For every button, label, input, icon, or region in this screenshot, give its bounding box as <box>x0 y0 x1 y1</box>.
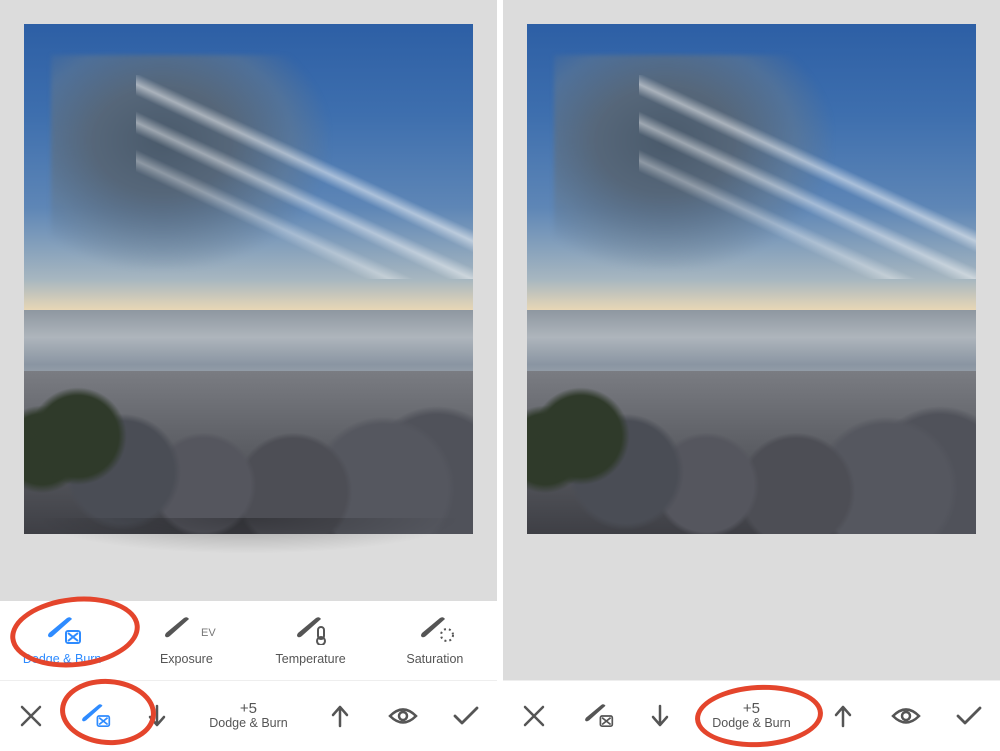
brush-icon <box>580 702 614 730</box>
tool-dodge-and-burn[interactable]: Dodge & Burn <box>12 616 112 666</box>
arrow-up-icon <box>329 703 351 729</box>
arrow-down-icon <box>649 703 671 729</box>
value-display: +5 Dodge & Burn <box>712 701 791 731</box>
eye-icon <box>388 705 418 727</box>
photo-shadow <box>34 518 463 554</box>
increase-button[interactable] <box>815 688 871 744</box>
arrow-up-icon <box>832 703 854 729</box>
brush-icon <box>77 702 111 730</box>
tool-exposure[interactable]: EV Exposure <box>136 616 236 666</box>
tool-label: Temperature <box>276 652 346 666</box>
tool-saturation[interactable]: Saturation <box>385 616 485 666</box>
close-icon <box>18 703 44 729</box>
bottom-action-bar: +5 Dodge & Burn <box>0 680 497 751</box>
value-label: Dodge & Burn <box>712 717 791 731</box>
arrow-down-icon <box>146 703 168 729</box>
brush-tool-strip: Dodge & Burn EV Exposure Temperature <box>0 601 497 681</box>
decrease-button[interactable] <box>632 688 688 744</box>
value-stepper: +5 Dodge & Burn <box>129 688 368 744</box>
increase-button[interactable] <box>312 688 368 744</box>
eye-icon <box>891 705 921 727</box>
tool-label: Dodge & Burn <box>23 652 102 666</box>
preview-button[interactable] <box>375 688 431 744</box>
apply-button[interactable] <box>941 688 997 744</box>
brush-mode-button[interactable] <box>569 688 625 744</box>
canvas-area <box>24 24 473 534</box>
tool-label: Exposure <box>160 652 213 666</box>
check-icon <box>955 705 983 727</box>
brush-icon <box>415 616 455 646</box>
brush-icon <box>291 616 331 646</box>
value-label: Dodge & Burn <box>209 717 288 731</box>
canvas-area <box>527 24 976 534</box>
tool-temperature[interactable]: Temperature <box>261 616 361 666</box>
screen-left: Dodge & Burn EV Exposure Temperature <box>0 0 497 751</box>
decrease-button[interactable] <box>129 688 185 744</box>
brush-mode-button[interactable] <box>66 688 122 744</box>
photo[interactable] <box>527 24 976 534</box>
screen-right: +5 Dodge & Burn <box>503 0 1000 751</box>
photo[interactable] <box>24 24 473 534</box>
close-icon <box>521 703 547 729</box>
bottom-action-bar: +5 Dodge & Burn <box>503 680 1000 751</box>
value-stepper: +5 Dodge & Burn <box>632 688 871 744</box>
check-icon <box>452 705 480 727</box>
cancel-button[interactable] <box>506 688 562 744</box>
value-number: +5 <box>743 701 760 718</box>
value-display: +5 Dodge & Burn <box>209 701 288 731</box>
value-number: +5 <box>240 701 257 718</box>
cancel-button[interactable] <box>3 688 59 744</box>
apply-button[interactable] <box>438 688 494 744</box>
preview-button[interactable] <box>878 688 934 744</box>
tool-label: Saturation <box>406 652 463 666</box>
brush-icon <box>42 616 82 646</box>
brush-icon: EV <box>159 616 214 646</box>
badge-ev: EV <box>201 627 216 639</box>
